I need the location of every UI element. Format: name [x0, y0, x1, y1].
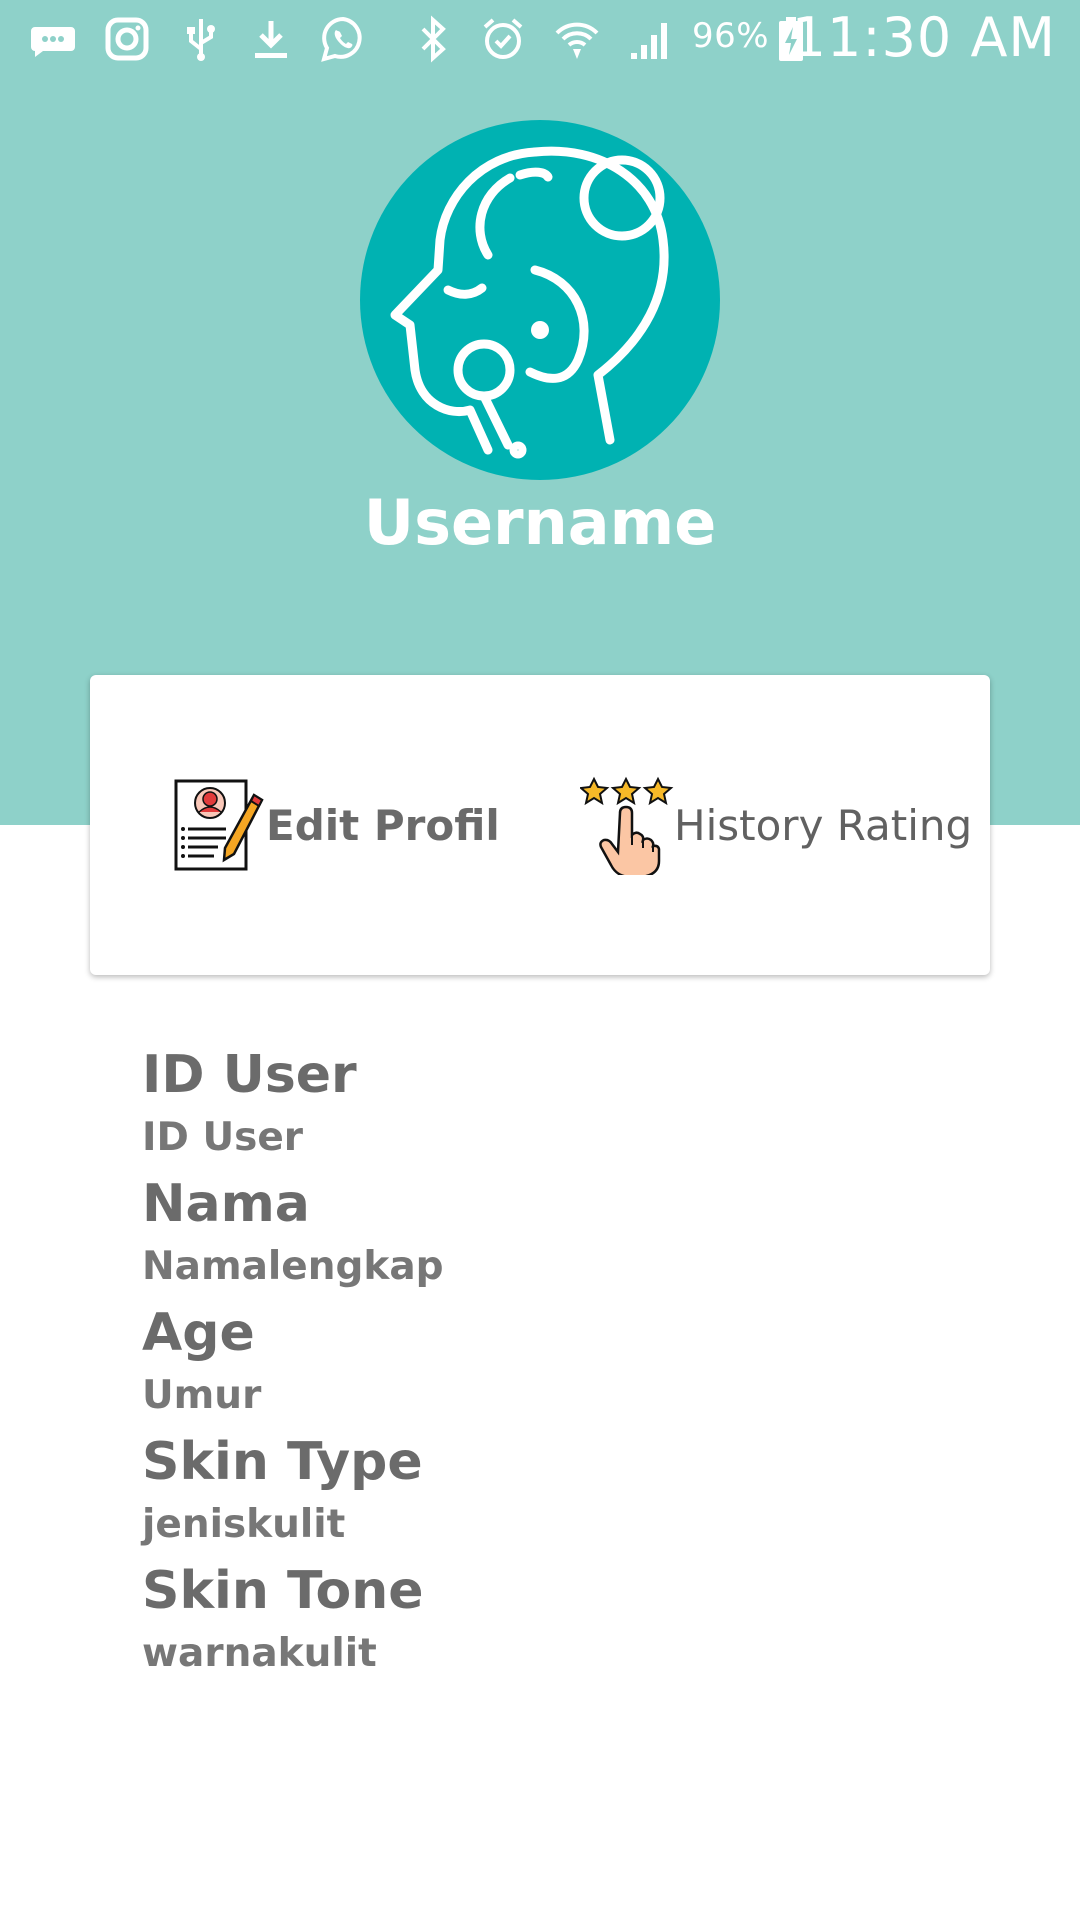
history-rating-label: History Rating [674, 800, 973, 850]
age-value: Umur [142, 1373, 262, 1418]
rating-hand-icon [580, 776, 674, 875]
battery-percent: 96% [692, 16, 770, 56]
signal-icon [626, 14, 676, 64]
usb-icon [176, 14, 226, 64]
skin-tone-value: warnakulit [142, 1631, 377, 1676]
skin-tone-label: Skin Tone [142, 1561, 424, 1621]
edit-profile-button[interactable]: Edit Profil [172, 775, 500, 875]
skin-type-label: Skin Type [142, 1432, 423, 1492]
edit-profile-label: Edit Profil [266, 800, 500, 850]
username: Username [363, 486, 717, 559]
id-user-value: ID User [142, 1115, 304, 1160]
messages-icon [28, 14, 78, 64]
nama-value: Namalengkap [142, 1244, 444, 1289]
alarm-icon [478, 14, 528, 64]
clock: 11:30 AM [791, 6, 1056, 69]
avatar[interactable] [360, 120, 720, 480]
profile-screen: 96% 11:30 AM Username Edit Profil Histor… [0, 0, 1080, 1920]
id-user-label: ID User [142, 1045, 357, 1105]
history-rating-button[interactable]: History Rating [580, 775, 972, 875]
bluetooth-icon [408, 14, 458, 64]
age-label: Age [142, 1303, 255, 1363]
wifi-icon [552, 14, 602, 64]
skin-type-value: jeniskulit [142, 1502, 346, 1547]
whatsapp-icon [318, 14, 368, 64]
status-bar: 96% 11:30 AM [0, 0, 1080, 78]
user-info-list: ID User ID User Nama Namalengkap Age Umu… [142, 1040, 444, 1685]
edit-profile-icon [174, 779, 264, 871]
profile-actions-card: Edit Profil History Rating [90, 675, 990, 975]
download-icon [246, 14, 296, 64]
instagram-icon [102, 14, 152, 64]
nama-label: Nama [142, 1174, 310, 1234]
face-care-icon [390, 146, 669, 459]
